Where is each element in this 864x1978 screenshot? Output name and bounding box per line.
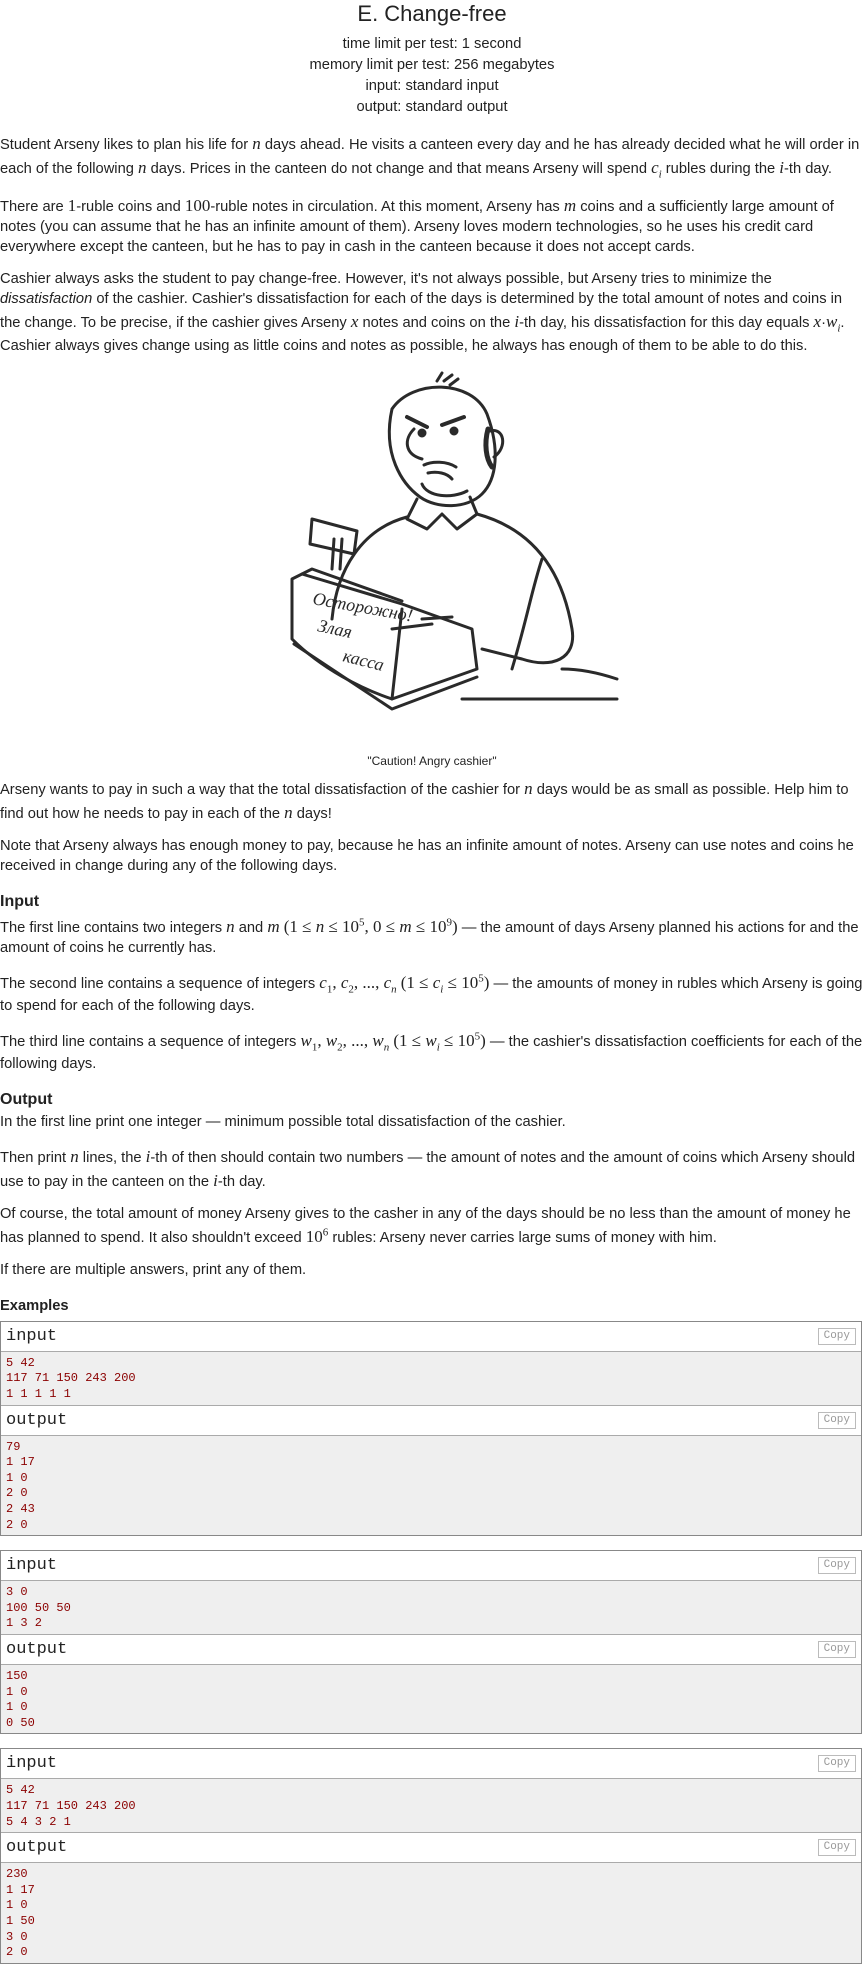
example-input-content: 5 42 117 71 150 243 200 5 4 3 2 1 [1,1779,861,1833]
example-input-header: input Copy [1,1321,861,1352]
input-paragraph: The third line contains a sequence of in… [0,1030,863,1073]
example-input-label: input [6,1556,58,1576]
statement-paragraph: Cashier always asks the student to pay c… [0,271,845,354]
figure-caption: "Caution! Angry cashier" [367,753,497,768]
register-sign-line-3: касса [341,645,386,674]
example-output-line: 1 17 [6,1882,35,1897]
example-output-label: output [6,1838,68,1858]
example-output-line: 2 0 [6,1945,28,1960]
example-block: input Copy 3 0 100 50 50 1 3 2 output Copy 150 1… [0,1550,862,1735]
problem-limits: time limit per test: 1 second memory lim… [0,34,864,118]
example-output-line: 3 0 [6,1929,28,1944]
example-input-line: 3 0 [6,1585,28,1600]
copy-input-button[interactable]: Copy [817,1557,856,1575]
example-input-line: 100 50 50 [6,1600,71,1615]
example-output-line: 150 [6,1668,28,1683]
example-input-line: 1 1 1 1 1 [6,1387,71,1402]
example-output-line: 0 50 [6,1715,35,1730]
input-paragraph: The second line contains a sequence of i… [0,971,863,1014]
output-section-title: Output [0,1091,53,1109]
example-output-line: 1 50 [6,1913,35,1928]
copy-input-button[interactable]: Copy [817,1755,856,1773]
statement-paragraph: Arseny wants to pay in such a way that t… [0,778,849,822]
statement-paragraph: There are 1-ruble coins and 100-ruble no… [0,196,834,256]
example-input-label: input [6,1326,58,1346]
example-output-header: output Copy [1,1404,861,1436]
example-output-line: 230 [6,1867,28,1882]
example-input-header: input Copy [1,1749,861,1780]
example-output-line: 79 [6,1439,21,1454]
example-input-line: 117 71 150 243 200 [6,1371,136,1386]
example-input-line: 1 3 2 [6,1616,43,1631]
output-paragraph: Then print n lines, the i-th of then sho… [0,1146,856,1190]
example-input-header: input Copy [1,1551,861,1582]
example-output-line: 1 0 [6,1470,28,1485]
copy-output-button[interactable]: Copy [817,1411,856,1429]
example-output-label: output [6,1639,68,1659]
example-output-content: 79 1 17 1 02 02 43 2 0 [1,1435,861,1536]
statement-paragraph: Note that Arseny always has enough money… [0,837,854,874]
output-paragraph: In the first line print one integer — mi… [0,1113,566,1130]
example-output-line: 2 43 [6,1502,35,1516]
example-output-line: 2 0 [6,1517,28,1532]
example-output-line: 2 0 [6,1486,28,1501]
problem-header: E. Change-free time limit per test: 1 se… [0,0,864,118]
example-output-content: 150 1 01 00 50 [1,1664,861,1734]
example-input-line: 117 71 150 243 200 [6,1798,136,1813]
output-specification: Output In the first line print one integ… [0,1089,864,1281]
input-section-title: Input [0,892,40,910]
example-block: input Copy 5 42 117 71 150 243 200 1 1 1 1 1… [0,1320,862,1537]
memory-limit: memory limit per test: 256 megabytes [309,57,555,73]
problem-title: E. Change-free [357,1,507,26]
example-output-line: 1 17 [6,1455,35,1470]
input-spec: input: standard input [365,78,499,94]
angry-cashier-figure: Осторожно! Злая касса "Caution! Angry ca… [0,369,864,769]
example-input-line: 5 4 3 2 1 [6,1814,71,1829]
input-paragraph: The first line contains two integers n a… [0,915,859,956]
example-input-line: 5 42 [6,1355,35,1370]
examples-title: Examples [0,1297,69,1314]
copy-output-button[interactable]: Copy [817,1839,856,1857]
output-paragraph: Of course, the total amount of money Ars… [0,1205,851,1246]
example-input-line: 5 42 [6,1783,35,1798]
output-spec: output: standard output [356,99,508,115]
example-output-header: output Copy [1,1633,861,1665]
example-input-content: 5 42 117 71 150 243 200 1 1 1 1 1 [1,1351,861,1405]
example-output-line: 1 0 [6,1700,28,1715]
statement-paragraph: Student Arseny likes to plan his life fo… [0,134,860,181]
example-output-label: output [6,1410,68,1430]
example-output-header: output Copy [1,1832,861,1864]
copy-input-button[interactable]: Copy [817,1327,856,1345]
example-block: input Copy 5 42 117 71 150 243 200 5 4 3 2 1… [0,1748,862,1964]
input-specification: Input The first line contains two intege… [0,891,864,1075]
examples-list: input Copy 5 42 117 71 150 243 200 1 1 1 1 1… [0,1320,864,1964]
register-sign-line-2: Злая [316,615,354,642]
copy-output-button[interactable]: Copy [817,1640,856,1658]
time-limit: time limit per test: 1 second [342,36,522,52]
example-output-line: 1 0 [6,1684,28,1699]
example-input-content: 3 0 100 50 50 1 3 2 [1,1581,861,1634]
angry-cashier-illustration: Осторожно! Злая касса [290,371,619,711]
example-input-label: input [6,1754,58,1774]
output-paragraph: If there are multiple answers, print any… [0,1261,307,1278]
problem-statement: Student Arseny likes to plan his life fo… [0,132,864,877]
example-output-line: 1 0 [6,1898,28,1913]
example-output-content: 230 1 17 1 01 50 3 02 0 [1,1863,861,1963]
